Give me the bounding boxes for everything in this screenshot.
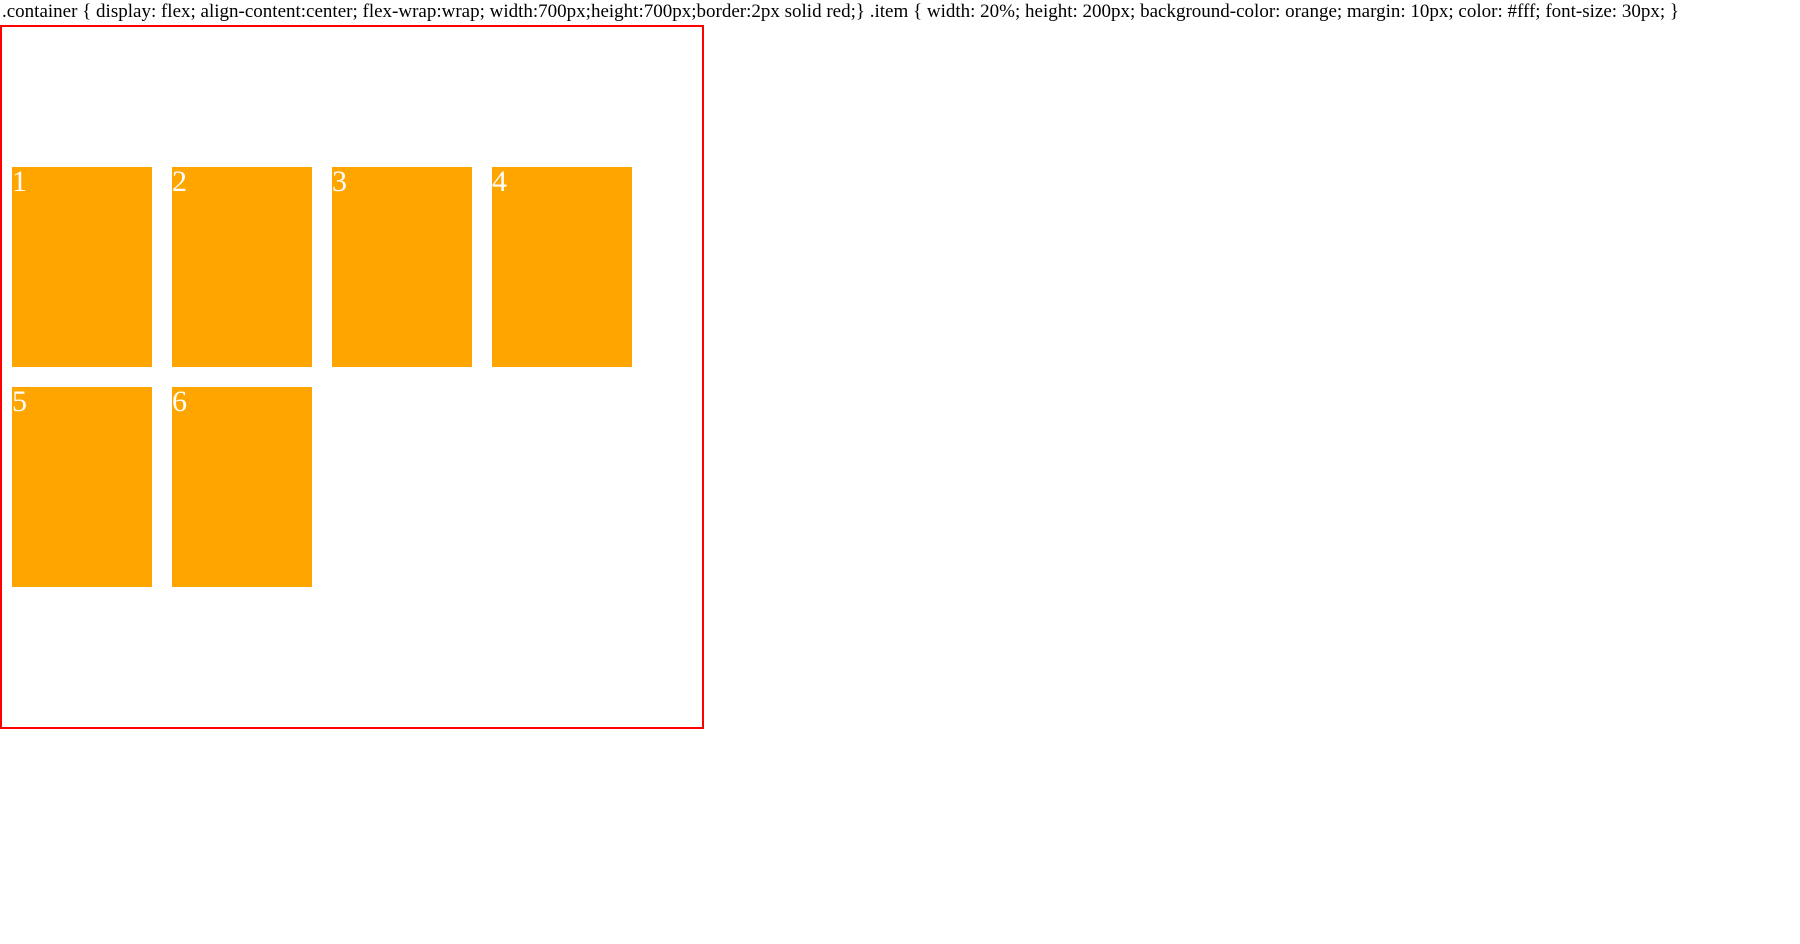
flex-item-6: 6	[172, 387, 312, 587]
flex-item-2: 2	[172, 167, 312, 367]
flex-container: 1 2 3 4 5 6	[0, 25, 704, 729]
flex-item-5: 5	[12, 387, 152, 587]
flex-item-3: 3	[332, 167, 472, 367]
flex-item-4: 4	[492, 167, 632, 367]
flex-item-1: 1	[12, 167, 152, 367]
css-code-line: .container { display: flex; align-conten…	[0, 0, 1800, 25]
